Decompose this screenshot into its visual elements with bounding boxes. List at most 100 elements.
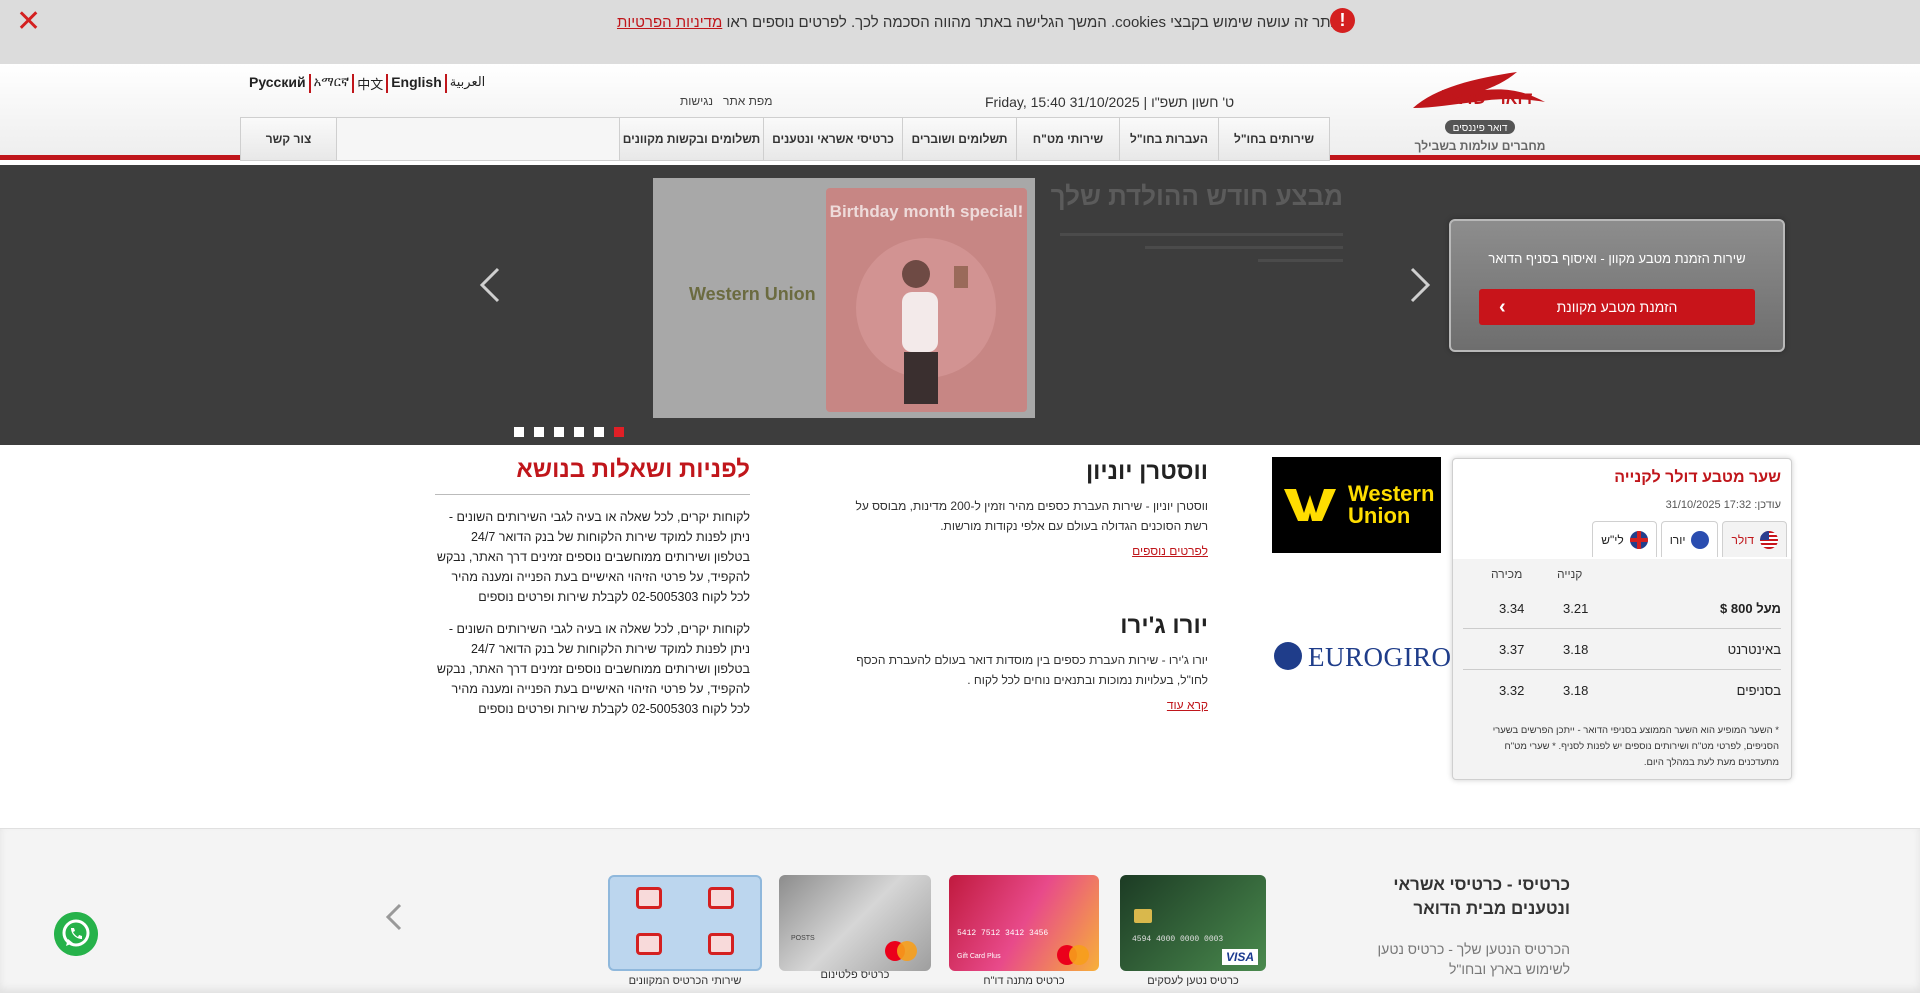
card-online-services[interactable]	[608, 875, 762, 971]
rates-row: באינטרנט 3.18 3.37	[1463, 630, 1781, 670]
nav-online-payments[interactable]: תשלומים ובקשות מקוונים	[620, 118, 764, 160]
cookie-text: אתר זה עושה שימוש בקבצי cookies. המשך הג…	[726, 14, 1340, 31]
col-buy-header: קנייה	[1557, 567, 1583, 581]
nav-payments[interactable]: תשלומים ושוברים	[903, 118, 1017, 160]
card-caption: שירותי הכרטיס המקוונים	[628, 975, 742, 987]
info-text: ווסטרן יוניון - שירות העברת כספים מהיר ו…	[855, 499, 1208, 533]
card-gift[interactable]: 5412 7512 3412 3456 Gift Card Plus	[949, 875, 1099, 971]
wu-text: Western Union	[1348, 483, 1434, 527]
card-number: 4594 4000 0000 0003	[1132, 935, 1224, 944]
promo-text: שירות הזמנת מטבע מקוון - ואיסוף בסניף הד…	[1488, 251, 1746, 266]
language-switcher: Русский አማርኛ 中文 English العربية	[246, 74, 488, 93]
tab-eur[interactable]: יורו	[1660, 521, 1719, 557]
slider-dot[interactable]	[534, 427, 544, 437]
lang-amharic[interactable]: አማርኛ	[308, 74, 353, 93]
logo-tagline: מחברים עולמות בשבילך	[1415, 139, 1546, 153]
order-currency-button[interactable]: ‹ הזמנת מטבע מקוונת	[1479, 289, 1755, 325]
tab-gbp[interactable]: לי"ש	[1592, 521, 1657, 557]
date-display: Friday, ט' חשון תשפ"ו | 31/10/2025 15:40	[985, 94, 1235, 110]
card-caption: כרטיס מתנה דו"ח	[983, 975, 1065, 987]
israel-post-logo[interactable]: דואר ישראל דואר פיננסים מחברים עולמות בש…	[1405, 68, 1555, 156]
info-title: ווסטרן יוניון	[1085, 458, 1208, 485]
mastercard-icon	[897, 941, 917, 961]
hero-title: מבצע חודש ההולדת שלך	[1050, 181, 1343, 211]
site-header: Русский አማርኛ 中文 English العربية נגישות מ…	[0, 64, 1920, 161]
close-icon[interactable]: ✕	[16, 7, 41, 37]
rate-sell: 3.34	[1499, 601, 1525, 616]
utility-links: נגישות מפת אתר	[680, 94, 772, 108]
cards-title: כרטיסי - כרטיסי אשראי ונטענים מבית הדואר	[1393, 875, 1570, 918]
card-gift-label: Gift Card Plus	[957, 953, 1001, 960]
eurogiro-logo[interactable]: EUROGIRO	[1272, 636, 1451, 676]
slider-dot-active[interactable]	[614, 427, 624, 437]
rate-buy: 3.21	[1563, 601, 1589, 616]
slider-dot[interactable]	[554, 427, 564, 437]
search-box[interactable]	[337, 118, 620, 160]
accessibility-link[interactable]: נגישות	[680, 94, 713, 108]
info-eurogiro: יורו ג'ירו יורו ג'ירו - שירות העברת כספי…	[832, 612, 1208, 714]
hero-text-lines	[1060, 223, 1343, 283]
info-text: יורו ג'ירו - שירות העברת כספים בין מוסדו…	[856, 653, 1208, 687]
nav-credit-cards[interactable]: כרטיסי אשראי ונטענים	[764, 118, 903, 160]
tab-usd-label: דולר	[1731, 532, 1754, 547]
coins-icon	[708, 933, 734, 955]
lang-russian[interactable]: Русский	[246, 74, 309, 93]
prev-slide-icon[interactable]	[476, 265, 502, 305]
lang-chinese[interactable]: 中文	[352, 74, 386, 93]
chevron-left-icon: ‹	[1499, 296, 1506, 318]
rate-label: בסניפים	[1736, 683, 1781, 698]
whatsapp-icon[interactable]	[54, 912, 98, 956]
hero-slider: Western Union Birthday month special! מב…	[0, 165, 1920, 445]
slider-dot[interactable]	[574, 427, 584, 437]
privacy-policy-link[interactable]: מדיניות הפרטיות	[617, 14, 722, 31]
wu-line1: Western	[1348, 481, 1435, 506]
sitemap-link[interactable]: מפת אתר	[723, 94, 772, 108]
card-number: 5412 7512 3412 3456	[957, 929, 1049, 938]
us-flag-icon	[1760, 530, 1778, 549]
deer-logo-icon: דואר ישראל דואר פיננסים מחברים עולמות בש…	[1413, 72, 1546, 153]
lang-arabic[interactable]: العربية	[444, 74, 489, 93]
info-link[interactable]: קרא עוד	[1167, 698, 1208, 712]
western-union-logo[interactable]: Western Union	[1272, 457, 1441, 553]
wu-line2: Union	[1348, 503, 1411, 528]
nav-contact[interactable]: צור קשר	[241, 118, 337, 160]
slide-image[interactable]: Western Union Birthday month special!	[653, 178, 1035, 418]
nav-transfers[interactable]: העברות בחו"ל	[1120, 118, 1219, 160]
card-caption: כרטיס נטען לעסקים	[1147, 975, 1239, 987]
rate-label: באינטרנט	[1727, 642, 1781, 657]
woman-illustration-icon	[856, 238, 996, 404]
contact-title: לפניות ושאלות בנושא	[435, 456, 750, 495]
eurogiro-circle-icon	[1274, 642, 1302, 670]
rate-buy: 3.18	[1563, 642, 1589, 657]
rates-row: מעל 800 $ 3.21 3.34	[1463, 589, 1781, 629]
atm-icon	[708, 887, 734, 909]
slider-dot[interactable]	[514, 427, 524, 437]
visa-icon: VISA	[1221, 949, 1258, 965]
chip-icon	[1134, 909, 1152, 923]
col-sell-header: מכירה	[1491, 567, 1523, 581]
nav-abroad[interactable]: שירותים בחו"ל	[1219, 118, 1329, 160]
rate-label: מעל 800 $	[1720, 601, 1781, 616]
next-slide-icon[interactable]	[1408, 265, 1434, 305]
cookie-bar: ✕ אתר זה עושה שימוש בקבצי cookies. המשך …	[0, 0, 1920, 64]
lang-english[interactable]: English	[386, 74, 445, 93]
card-platinum[interactable]: POSTS	[779, 875, 931, 971]
eu-flag-icon	[1691, 530, 1710, 549]
contact-paragraph: לקוחות יקרים, לכל שאלה או בעיה לגבי השיר…	[436, 510, 750, 604]
prev-cards-icon[interactable]	[384, 902, 404, 932]
slider-dot[interactable]	[594, 427, 604, 437]
tab-usd[interactable]: דולר	[1722, 521, 1787, 557]
nav-currency[interactable]: שירותי מט"ח	[1017, 118, 1120, 160]
card-business[interactable]: 4594 4000 0000 0003 VISA	[1120, 875, 1266, 971]
rates-header: שער מטבע דולר לקנייה עודכן: 17:32 31/10/…	[1453, 459, 1791, 559]
slide-brand: Western Union	[689, 284, 816, 304]
info-link[interactable]: לפרטים נוספים	[1132, 544, 1208, 558]
slider-dots	[514, 427, 624, 437]
exclamation-icon: !	[1330, 8, 1355, 33]
card-caption: כרטיס פלטינום	[820, 969, 890, 981]
rates-title: שער מטבע דולר לקנייה	[1614, 469, 1781, 486]
rates-disclaimer: * השער המופיע הוא השער הממוצע בסניפי הדו…	[1492, 725, 1779, 768]
rate-sell: 3.37	[1499, 642, 1525, 657]
logo-text: דואר ישראל	[1442, 89, 1533, 108]
money-icon	[636, 887, 662, 909]
